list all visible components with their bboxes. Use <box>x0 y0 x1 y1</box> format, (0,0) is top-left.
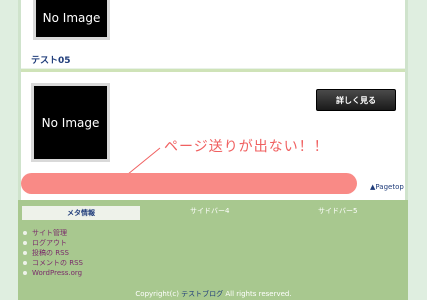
bullet-icon <box>23 231 27 235</box>
meta-link-wordpress-org[interactable]: WordPress.org <box>23 268 83 278</box>
post-thumbnail[interactable]: No Image <box>31 83 110 162</box>
widget-title-sidebar5: サイドバー5 <box>318 207 358 215</box>
post-title-band <box>21 48 405 72</box>
widget-title-meta: メタ情報 <box>22 206 140 220</box>
copyright-text: Copyright(c) テストブログ All rights reserved. <box>135 290 292 298</box>
no-image-label: No Image <box>42 11 101 25</box>
meta-link-logout[interactable]: ログアウト <box>23 238 83 248</box>
bullet-icon <box>23 241 27 245</box>
annotation-text: ページ送りが出ない！！ <box>164 139 329 155</box>
read-more-button[interactable]: 詳しく見る <box>316 89 396 111</box>
bullet-icon <box>23 251 27 255</box>
widget-title-sidebar4: サイドバー4 <box>190 207 230 215</box>
bullet-icon <box>23 261 27 265</box>
meta-links-list: サイト管理 ログアウト 投稿の RSS コメントの RSS WordPress.… <box>23 228 83 278</box>
blog-name-link[interactable]: テストブログ <box>181 290 223 298</box>
meta-link-comments-rss[interactable]: コメントの RSS <box>23 258 83 268</box>
pagination-highlight <box>21 173 357 194</box>
pagetop-link[interactable]: ▲Pagetop <box>370 183 404 191</box>
no-image-label: No Image <box>41 115 100 130</box>
bullet-icon <box>23 271 27 275</box>
post-thumbnail-top[interactable]: No Image <box>33 0 110 40</box>
post-title[interactable]: テスト05 <box>31 53 71 66</box>
meta-link-site-admin[interactable]: サイト管理 <box>23 228 83 238</box>
meta-link-posts-rss[interactable]: 投稿の RSS <box>23 248 83 258</box>
